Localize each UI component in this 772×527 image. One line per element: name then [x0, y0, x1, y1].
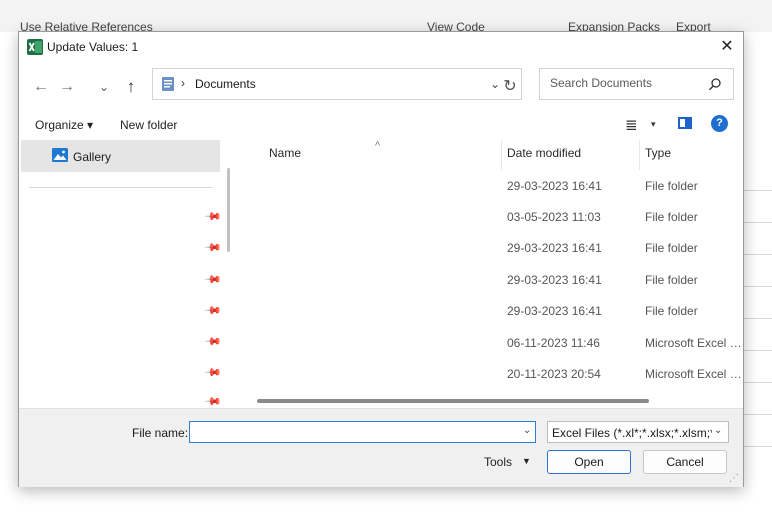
resize-grip-icon[interactable]: ⋰ — [729, 473, 739, 484]
column-divider[interactable] — [501, 140, 502, 170]
file-row[interactable]: 29-03-2023 16:41 File folder — [237, 264, 743, 295]
arrow-right-icon: → — [59, 78, 75, 95]
close-icon: ✕ — [720, 38, 734, 55]
file-date: 29-03-2023 16:41 — [507, 273, 602, 287]
refresh-button[interactable]: ↻ — [499, 76, 521, 98]
chevron-down-icon: ⌄ — [714, 425, 723, 436]
column-header-type[interactable]: Type — [645, 146, 671, 160]
close-button[interactable]: ✕ — [715, 35, 739, 59]
refresh-icon: ↻ — [503, 78, 517, 95]
pin-icon[interactable]: 📌 — [203, 332, 222, 351]
file-type-value: Excel Files (*.xl*;*.xlsx;*.xlsm;*.xls — [552, 426, 712, 440]
file-row[interactable]: 03-05-2023 11:03 File folder — [237, 201, 743, 232]
preview-pane-icon[interactable] — [678, 117, 692, 129]
navigation-pane: Gallery 📌 📌 📌 📌 📌 📌 📌 — [19, 140, 234, 411]
nav-item-label: Gallery — [73, 150, 112, 164]
pin-icon[interactable]: 📌 — [203, 301, 222, 320]
file-date: 20-11-2023 20:54 — [507, 367, 601, 381]
grid-line — [742, 190, 772, 191]
organize-button[interactable]: Organize ▾ — [35, 118, 93, 132]
grid-line — [742, 446, 772, 447]
horizontal-scrollbar[interactable] — [257, 399, 649, 403]
grid-line — [742, 222, 772, 223]
file-date: 29-03-2023 16:41 — [507, 304, 602, 318]
column-divider[interactable] — [639, 140, 640, 170]
file-type: File folder — [645, 179, 698, 193]
file-list: Name ^ Date modified Type 29-03-2023 16:… — [237, 140, 743, 408]
pin-icon[interactable]: 📌 — [203, 270, 222, 289]
documents-folder-icon — [162, 77, 174, 91]
excel-app-icon — [27, 39, 43, 55]
pin-icon[interactable]: 📌 — [203, 363, 222, 382]
nav-divider — [29, 187, 212, 188]
file-name-dropdown-icon[interactable]: ⌄ — [523, 425, 531, 436]
excel-sheet-background — [0, 486, 772, 527]
file-row[interactable]: 29-03-2023 16:41 File folder — [237, 170, 743, 201]
file-row[interactable]: 29-03-2023 16:41 File folder — [237, 295, 743, 326]
nav-pane-scrollbar[interactable] — [227, 168, 230, 252]
address-bar[interactable]: › Documents ⌄ — [152, 68, 522, 100]
pin-icon[interactable]: 📌 — [203, 207, 222, 226]
chevron-down-icon: ⌄ — [98, 80, 110, 94]
up-one-level-button[interactable]: ↑ — [120, 76, 142, 98]
file-row[interactable]: 20-11-2023 20:54 Microsoft Excel W... — [237, 358, 743, 389]
column-header-date-modified[interactable]: Date modified — [507, 146, 581, 160]
search-box[interactable] — [539, 68, 734, 100]
breadcrumb-separator-icon: › — [181, 76, 185, 90]
search-icon[interactable] — [708, 77, 722, 91]
grid-line — [742, 254, 772, 255]
file-name-label: File name: — [132, 426, 189, 440]
view-options-icon[interactable]: ≣ — [625, 116, 638, 134]
file-date: 06-11-2023 11:46 — [507, 336, 600, 350]
title-bar: Update Values: 1 ✕ — [19, 32, 743, 62]
sort-ascending-icon: ^ — [375, 140, 381, 152]
grid-line — [742, 382, 772, 383]
file-date: 29-03-2023 16:41 — [507, 241, 602, 255]
file-type: Microsoft Excel W... — [645, 336, 743, 350]
file-open-dialog: Update Values: 1 ✕ ← → ⌄ ↑ › Documents ⌄… — [18, 31, 744, 487]
open-button[interactable]: Open — [547, 450, 631, 474]
file-type-select[interactable]: Excel Files (*.xl*;*.xlsx;*.xlsm;*.xls ⌄ — [547, 421, 729, 443]
file-type: File folder — [645, 304, 698, 318]
file-type: File folder — [645, 273, 698, 287]
file-row[interactable]: 29-03-2023 16:41 File folder — [237, 232, 743, 263]
file-type: File folder — [645, 210, 698, 224]
grid-line — [742, 414, 772, 415]
tools-dropdown-icon[interactable]: ▼ — [522, 456, 531, 466]
file-row[interactable]: 06-11-2023 11:46 Microsoft Excel W... — [237, 327, 743, 358]
grid-line — [742, 350, 772, 351]
help-icon[interactable]: ? — [711, 115, 728, 132]
new-folder-button[interactable]: New folder — [120, 118, 177, 132]
dialog-title: Update Values: 1 — [47, 40, 139, 54]
excel-grid-edge — [742, 160, 772, 490]
breadcrumb-documents[interactable]: Documents — [195, 77, 256, 91]
file-type: File folder — [645, 241, 698, 255]
arrow-left-icon: ← — [33, 78, 49, 95]
excel-ribbon-background: Use Relative References View Code Expans… — [0, 0, 772, 32]
grid-line — [742, 286, 772, 287]
arrow-up-icon: ↑ — [126, 77, 136, 96]
forward-button[interactable]: → — [56, 76, 78, 98]
file-name-input[interactable] — [189, 421, 536, 443]
cancel-button[interactable]: Cancel — [643, 450, 727, 474]
back-button[interactable]: ← — [30, 76, 52, 98]
column-header-name[interactable]: Name — [269, 146, 301, 160]
nav-item-gallery[interactable]: Gallery — [21, 140, 220, 172]
file-date: 03-05-2023 11:03 — [507, 210, 601, 224]
file-date: 29-03-2023 16:41 — [507, 179, 602, 193]
view-dropdown-icon[interactable]: ▾ — [651, 119, 656, 130]
pin-icon[interactable]: 📌 — [203, 238, 222, 257]
tools-button[interactable]: Tools — [484, 455, 512, 469]
search-input[interactable] — [548, 75, 702, 91]
gallery-icon — [52, 148, 68, 162]
dialog-footer: File name: ⌄ Excel Files (*.xl*;*.xlsx;*… — [19, 408, 743, 487]
grid-line — [742, 318, 772, 319]
recent-locations-button[interactable]: ⌄ — [93, 76, 115, 98]
file-type: Microsoft Excel W... — [645, 367, 743, 381]
